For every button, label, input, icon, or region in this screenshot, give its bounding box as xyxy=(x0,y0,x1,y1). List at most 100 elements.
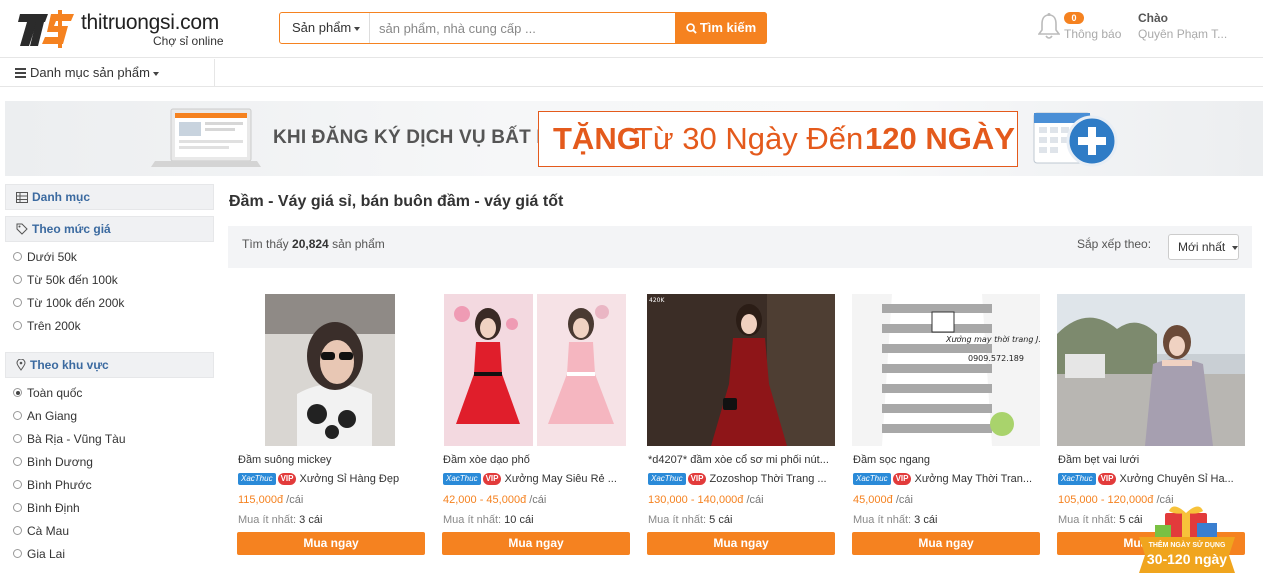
product-name[interactable]: Đầm sọc ngang xyxy=(853,454,1039,466)
verified-badge: XacThuc xyxy=(853,473,891,485)
price-option[interactable]: Dưới 50k xyxy=(13,246,214,269)
caret-down-icon xyxy=(1231,245,1238,250)
region-option[interactable]: Bình Phước xyxy=(13,474,214,497)
product-image[interactable]: Xưởng may thời trang J.K 0909.572.189 xyxy=(852,294,1040,446)
region-option-label: Gia Lai xyxy=(27,547,66,561)
sidebar-region-header[interactable]: Theo khu vực xyxy=(5,352,214,378)
user-menu[interactable]: Chào Quyên Phạm T... xyxy=(1138,10,1253,46)
filter-sidebar: Danh mục Theo mức giá Dưới 50k Từ 50k đế… xyxy=(5,184,214,574)
calendar-plus-icon xyxy=(1033,112,1118,167)
seller-name[interactable]: Xưởng May Thời Tran... xyxy=(914,473,1032,485)
product-card: Đầm xòe dạo phố XacThuc VIP Xưởng May Siêu… xyxy=(442,294,630,556)
region-option[interactable]: An Giang xyxy=(13,405,214,428)
product-name[interactable]: Đầm bẹt vai lưới xyxy=(1058,454,1244,466)
user-greeting: Chào xyxy=(1138,11,1168,25)
verified-badge: XacThuc xyxy=(1058,473,1096,485)
promo-gift-badge[interactable]: THÊM NGÀY SỬ DỤNG 30-120 ngày xyxy=(1135,505,1239,574)
radio-button xyxy=(13,549,22,558)
menu-icon xyxy=(15,68,26,78)
verified-badge: XacThuc xyxy=(443,473,481,485)
min-order: Mua ít nhất: 3 cái xyxy=(853,514,937,526)
seller-name[interactable]: Xưởng May Siêu Rẻ ... xyxy=(504,473,622,485)
search-button[interactable]: Tìm kiếm xyxy=(675,12,767,44)
min-order: Mua ít nhất: 5 cái xyxy=(1058,514,1142,526)
product-seller: XacThuc VIP Xưởng Sỉ Hàng Đẹp xyxy=(238,473,424,487)
search-button-label: Tìm kiếm xyxy=(699,20,757,35)
price-option-label: Trên 200k xyxy=(27,319,81,333)
promo-days-text: 30-120 ngày xyxy=(1146,551,1228,567)
search-input[interactable] xyxy=(371,13,675,43)
product-image[interactable] xyxy=(237,294,425,446)
sort-value: Mới nhất xyxy=(1178,240,1226,254)
top-header: thitruongsi.com Chợ sỉ online Sản phẩm T… xyxy=(0,0,1263,58)
vip-badge: VIP xyxy=(1097,473,1117,485)
bell-icon xyxy=(1038,13,1060,39)
price-option[interactable]: Từ 50k đến 100k xyxy=(13,269,214,292)
product-image[interactable] xyxy=(442,294,630,446)
price-value: 45,000đ xyxy=(853,494,893,506)
result-count: Tìm thấy 20,824 sản phẩm xyxy=(242,237,385,251)
logo-text: thitruongsi.com xyxy=(81,11,219,34)
radio-button xyxy=(13,411,22,420)
product-image[interactable] xyxy=(1057,294,1245,446)
banner-text: KHI ĐĂNG KÝ DỊCH VỤ BẤT KỲ xyxy=(273,127,564,148)
product-name[interactable]: *d4207* đầm xòe cổ sơ mi phối nút... xyxy=(648,454,834,466)
category-menu-toggle[interactable]: Danh mục sản phẩm xyxy=(0,59,215,87)
sidebar-region-title: Theo khu vực xyxy=(30,358,109,372)
price-option[interactable]: Từ 100k đến 200k xyxy=(13,292,214,315)
buy-now-button[interactable]: Mua ngay xyxy=(852,532,1040,555)
result-suffix: sản phẩm xyxy=(332,237,385,251)
buy-now-button[interactable]: Mua ngay xyxy=(647,532,835,555)
vip-badge: VIP xyxy=(482,473,502,485)
region-option[interactable]: Bình Dương xyxy=(13,451,214,474)
logo-subtitle: Chợ sỉ online xyxy=(153,34,224,48)
product-image-label: 420K xyxy=(649,297,665,304)
search-icon xyxy=(686,23,697,34)
search-category-select[interactable]: Sản phẩm xyxy=(280,13,370,43)
region-option-label: Bà Rịa - Vũng Tàu xyxy=(27,432,126,446)
min-order-label: Mua ít nhất: xyxy=(443,514,502,526)
product-name[interactable]: Đầm suông mickey xyxy=(238,454,424,466)
caret-down-icon xyxy=(354,26,361,31)
banner-offer-days: 120 NGÀY xyxy=(865,121,1015,156)
promo-banner[interactable]: KHI ĐĂNG KÝ DỊCH VỤ BẤT KỲ TẶNG Từ 30 Ng… xyxy=(5,101,1263,176)
min-order-value: 10 cái xyxy=(504,514,534,526)
region-option[interactable]: Bình Định xyxy=(13,497,214,520)
price-option-label: Từ 100k đến 200k xyxy=(27,296,125,310)
product-name[interactable]: Đầm xòe dạo phố xyxy=(443,454,629,466)
seller-name[interactable]: Xưởng Chuyên Sỉ Ha... xyxy=(1119,473,1237,485)
search-bar: Sản phẩm Tìm kiếm xyxy=(279,12,767,44)
sidebar-price-header[interactable]: Theo mức giá xyxy=(5,216,214,242)
buy-now-button[interactable]: Mua ngay xyxy=(442,532,630,555)
seller-name[interactable]: Zozoshop Thời Trang ... xyxy=(709,473,827,485)
product-price: 130,000 - 140,000đ /cái xyxy=(648,494,764,506)
region-option[interactable]: Bà Rịa - Vũng Tàu xyxy=(13,428,214,451)
location-pin-icon xyxy=(16,358,26,371)
vip-badge: VIP xyxy=(892,473,912,485)
vip-badge: VIP xyxy=(687,473,707,485)
logo-mark-icon xyxy=(18,10,74,48)
sort-select[interactable]: Mới nhất xyxy=(1168,234,1239,260)
price-option[interactable]: Trên 200k xyxy=(13,315,214,338)
radio-button-checked xyxy=(13,388,22,397)
radio-button xyxy=(13,275,22,284)
radio-button xyxy=(13,434,22,443)
price-option-label: Từ 50k đến 100k xyxy=(27,273,118,287)
region-option[interactable]: Cà Mau xyxy=(13,520,214,543)
site-logo[interactable]: thitruongsi.com Chợ sỉ online xyxy=(18,8,233,50)
region-option[interactable]: Toàn quốc xyxy=(13,382,214,405)
min-order: Mua ít nhất: 10 cái xyxy=(443,514,534,526)
buy-now-button[interactable]: Mua ngay xyxy=(237,532,425,555)
vip-badge: VIP xyxy=(277,473,297,485)
product-image[interactable]: 420K xyxy=(647,294,835,446)
notification-count-badge: 0 xyxy=(1064,12,1084,24)
banner-offer-box: TẶNG Từ 30 Ngày Đến 120 NGÀY xyxy=(538,111,1018,167)
notifications[interactable]: 0 Thông báo xyxy=(1038,10,1128,46)
notification-label: Thông báo xyxy=(1064,27,1122,41)
sidebar-categories-header[interactable]: Danh mục xyxy=(5,184,214,210)
seller-name[interactable]: Xưởng Sỉ Hàng Đẹp xyxy=(299,473,417,485)
result-number: 20,824 xyxy=(292,237,329,251)
product-seller: XacThuc VIP Xưởng May Siêu Rẻ ... xyxy=(443,473,629,487)
region-option[interactable]: Gia Lai xyxy=(13,543,214,566)
radio-button xyxy=(13,252,22,261)
